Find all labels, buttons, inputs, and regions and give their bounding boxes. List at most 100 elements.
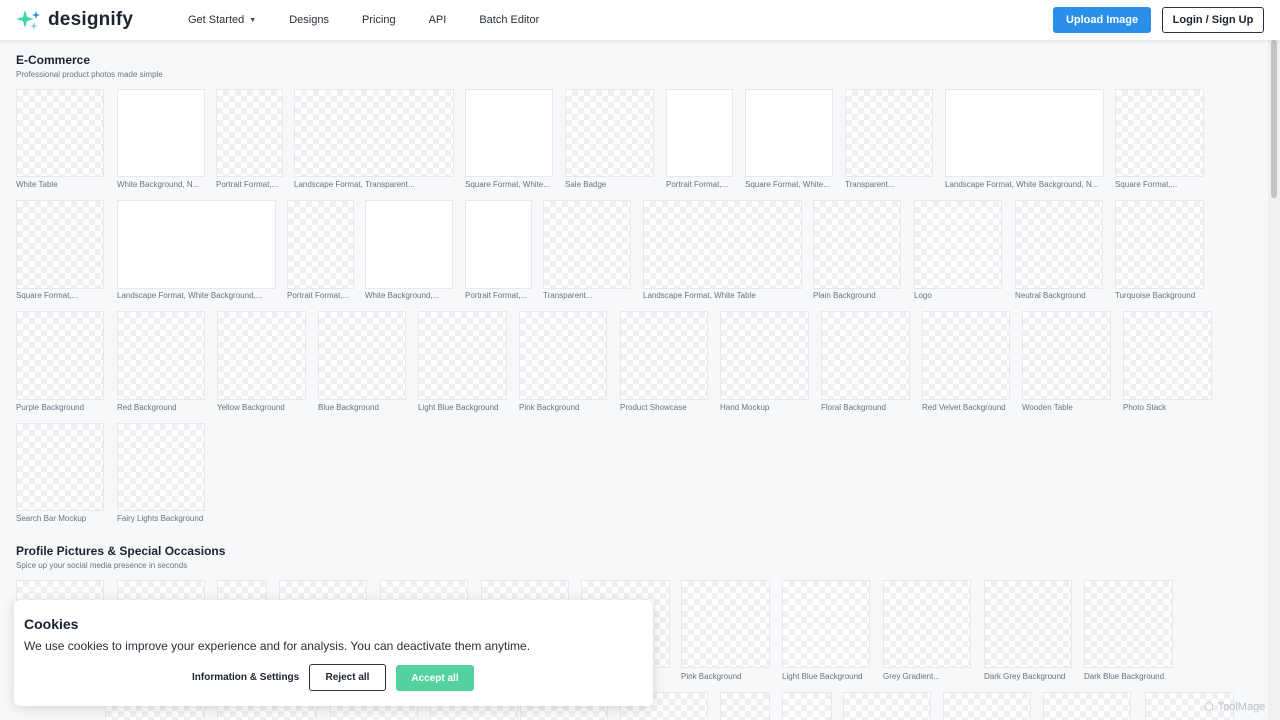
design-card[interactable]: Sale Badge bbox=[565, 89, 654, 191]
nav-get-started[interactable]: Get Started ▼ bbox=[188, 14, 256, 26]
design-label: Landscape Format, White Background, N... bbox=[945, 180, 1099, 189]
design-label: Sale Badge bbox=[565, 180, 607, 189]
design-label: Purple Background bbox=[16, 403, 85, 412]
design-thumbnail bbox=[16, 200, 104, 289]
design-label: Blue Background bbox=[318, 403, 379, 412]
design-label: Light Blue Background bbox=[418, 403, 499, 412]
nav-designs[interactable]: Designs bbox=[289, 14, 329, 26]
design-label: Landscape Format, Transparent... bbox=[294, 180, 415, 189]
design-card[interactable]: Portrait Format,... bbox=[666, 89, 733, 191]
design-card[interactable]: White Background, N... bbox=[117, 89, 205, 191]
design-thumbnail bbox=[914, 200, 1002, 289]
design-thumbnail bbox=[945, 89, 1104, 177]
design-card[interactable] bbox=[782, 692, 832, 720]
cube-icon: ⬡ bbox=[1204, 701, 1214, 713]
design-label: Transparent... bbox=[845, 180, 895, 189]
design-label: Yellow Background bbox=[217, 403, 285, 412]
design-label: White Table bbox=[16, 180, 58, 189]
design-card[interactable]: Portrait Format,... bbox=[216, 89, 283, 191]
design-label: Red Velvet Background bbox=[922, 403, 1006, 412]
design-card[interactable]: Square Format, White... bbox=[465, 89, 553, 191]
design-card[interactable]: Floral Background bbox=[821, 311, 910, 414]
brand-logo[interactable]: designify bbox=[16, 9, 133, 31]
design-card[interactable]: Light Blue Background bbox=[782, 580, 870, 682]
design-thumbnail bbox=[217, 311, 306, 400]
nav-batch-editor[interactable]: Batch Editor bbox=[479, 14, 539, 26]
design-card[interactable]: Dark Grey Background bbox=[984, 580, 1072, 682]
cookie-settings-link[interactable]: Information & Settings bbox=[192, 672, 299, 683]
accept-all-button[interactable]: Accept all bbox=[396, 665, 474, 691]
nav-pricing[interactable]: Pricing bbox=[362, 14, 396, 26]
design-label: Dark Grey Background bbox=[984, 672, 1066, 681]
top-navbar: designify Get Started ▼ Designs Pricing … bbox=[0, 0, 1280, 40]
design-card[interactable]: White Background,... bbox=[365, 200, 453, 303]
design-card[interactable]: Red Velvet Background bbox=[922, 311, 1010, 414]
design-thumbnail bbox=[418, 311, 507, 400]
design-card[interactable]: Turquoise Background bbox=[1115, 200, 1204, 303]
design-card[interactable]: Transparent... bbox=[845, 89, 933, 191]
design-card[interactable]: Wooden Table bbox=[1022, 311, 1111, 414]
design-card[interactable]: Red Background bbox=[117, 311, 205, 414]
design-card[interactable]: Blue Background bbox=[318, 311, 406, 414]
design-thumbnail bbox=[782, 580, 870, 668]
design-label: White Background,... bbox=[365, 291, 440, 300]
design-card[interactable]: Transparent... bbox=[543, 200, 631, 303]
design-card[interactable]: Search Bar Mockup bbox=[16, 423, 104, 525]
design-label: Square Format,... bbox=[1115, 180, 1178, 189]
design-card[interactable]: Hand Mockup bbox=[720, 311, 809, 414]
design-card[interactable]: Light Blue Background bbox=[418, 311, 507, 414]
nav-label: Get Started bbox=[188, 14, 245, 26]
chevron-down-icon: ▼ bbox=[249, 16, 257, 24]
design-thumbnail bbox=[720, 692, 770, 720]
design-card[interactable]: Square Format,... bbox=[1115, 89, 1204, 191]
design-card[interactable]: Yellow Background bbox=[217, 311, 306, 414]
design-thumbnail bbox=[365, 200, 453, 289]
design-label: Fairy Lights Background bbox=[117, 514, 204, 523]
design-card[interactable]: Landscape Format, White Background,... bbox=[117, 200, 276, 303]
design-card[interactable]: Fairy Lights Background bbox=[117, 423, 205, 525]
cookie-title: Cookies bbox=[24, 616, 79, 632]
cookie-banner: Cookies We use cookies to improve your e… bbox=[14, 600, 653, 706]
reject-all-button[interactable]: Reject all bbox=[309, 664, 386, 691]
design-label: Photo Stack bbox=[1123, 403, 1167, 412]
design-thumbnail bbox=[1084, 580, 1173, 668]
page-scrollbar[interactable] bbox=[1268, 40, 1280, 720]
design-card[interactable]: Landscape Format, White Background, N... bbox=[945, 89, 1104, 191]
design-card[interactable]: Grey Gradient... bbox=[883, 580, 971, 682]
design-card[interactable]: Landscape Format, White Table bbox=[643, 200, 802, 303]
design-card[interactable] bbox=[943, 692, 1031, 720]
sparkle-logo-icon bbox=[16, 10, 40, 30]
design-card[interactable]: Square Format,... bbox=[16, 200, 104, 303]
login-signup-button[interactable]: Login / Sign Up bbox=[1162, 7, 1264, 33]
scrollbar-thumb[interactable] bbox=[1271, 40, 1277, 198]
design-card[interactable] bbox=[1043, 692, 1131, 720]
design-label: Logo bbox=[914, 291, 932, 300]
design-thumbnail bbox=[813, 200, 901, 289]
design-thumbnail bbox=[1043, 692, 1131, 720]
design-card[interactable]: Dark Blue Background bbox=[1084, 580, 1173, 682]
design-card[interactable]: Plain Background bbox=[813, 200, 901, 303]
design-thumbnail bbox=[943, 692, 1031, 720]
design-thumbnail bbox=[843, 692, 931, 720]
nav-api[interactable]: API bbox=[429, 14, 447, 26]
design-card[interactable]: Landscape Format, Transparent... bbox=[294, 89, 454, 191]
design-card[interactable] bbox=[720, 692, 770, 720]
design-card[interactable]: Portrait Format,... bbox=[465, 200, 532, 303]
upload-image-button[interactable]: Upload Image bbox=[1053, 7, 1151, 33]
design-thumbnail bbox=[16, 423, 104, 511]
design-card[interactable]: Square Format, White... bbox=[745, 89, 833, 191]
section-title-profile: Profile Pictures & Special Occasions bbox=[16, 544, 226, 558]
design-card[interactable]: Photo Stack bbox=[1123, 311, 1212, 414]
design-label: Red Background bbox=[117, 403, 177, 412]
design-card[interactable]: Purple Background bbox=[16, 311, 104, 414]
design-thumbnail bbox=[1123, 311, 1212, 400]
design-card[interactable]: Product Showcase bbox=[620, 311, 708, 414]
design-card[interactable] bbox=[843, 692, 931, 720]
design-card[interactable]: Neutral Background bbox=[1015, 200, 1103, 303]
design-card[interactable]: White Table bbox=[16, 89, 104, 191]
design-card[interactable]: Pink Background bbox=[681, 580, 770, 682]
design-card[interactable]: Portrait Format,... bbox=[287, 200, 354, 303]
design-card[interactable]: Logo bbox=[914, 200, 1002, 303]
design-card[interactable]: Pink Background bbox=[519, 311, 607, 414]
nav-label: Batch Editor bbox=[479, 14, 540, 26]
